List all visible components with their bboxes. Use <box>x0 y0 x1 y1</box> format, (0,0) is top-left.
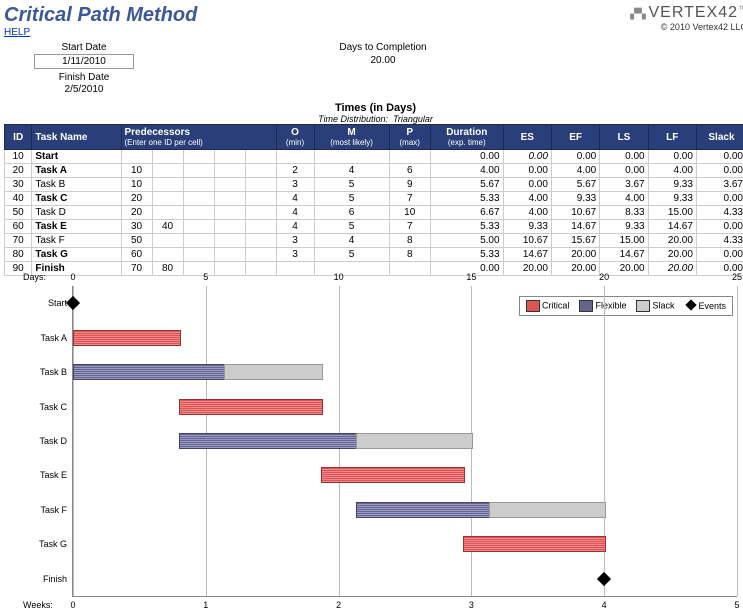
logo-icon: ▞▚ <box>630 9 645 20</box>
help-link[interactable]: HELP <box>4 27 30 38</box>
dtc-label: Days to Completion <box>334 42 432 53</box>
tick-days: 25 <box>732 272 742 282</box>
col-id: ID <box>5 125 32 150</box>
times-title: Times (in Days) <box>4 102 743 114</box>
table-row: 50Task D2046106.674.0010.678.3315.004.33 <box>5 206 743 220</box>
row-label: Start <box>11 298 67 308</box>
bar-slack <box>356 433 473 449</box>
finish-date-label: Finish Date <box>34 72 134 83</box>
chart-legend: Critical Flexible Slack Events <box>519 296 733 316</box>
bar-flex <box>356 502 491 518</box>
logo-block: ▞▚ VERTEX42™ © 2010 Vertex42 LLC <box>630 4 743 32</box>
col-m: M(most likely) <box>314 125 389 150</box>
col-p: P(max) <box>389 125 430 150</box>
tick-days: 20 <box>599 272 609 282</box>
axis-label-weeks: Weeks: <box>23 600 53 610</box>
table-row: 80Task G603585.3314.6720.0014.6720.000.0… <box>5 248 743 262</box>
table-row: 40Task C204575.334.009.334.009.330.00 <box>5 192 743 206</box>
col-ef: EF <box>551 125 599 150</box>
table-row: 20Task A102464.000.004.000.004.000.00 <box>5 164 743 178</box>
col-name: Task Name <box>32 125 121 150</box>
start-date-block: Start Date 1/11/2010 Finish Date 2/5/201… <box>34 40 134 96</box>
dtc-block: Days to Completion 20.00 <box>334 40 432 96</box>
copyright: © 2010 Vertex42 LLC <box>630 22 743 32</box>
row-label: Task F <box>11 505 67 515</box>
finish-date-value: 2/5/2010 <box>35 83 133 96</box>
row-label: Finish <box>11 574 67 584</box>
legend-item: Flexible <box>579 300 626 312</box>
row-label: Task E <box>11 470 67 480</box>
bar-crit <box>463 536 607 552</box>
table-row: 90Finish70800.0020.0020.0020.0020.000.00 <box>5 262 743 276</box>
table-row: 30Task B103595.670.005.673.679.333.67 <box>5 178 743 192</box>
tick-weeks: 0 <box>70 600 75 610</box>
tick-weeks: 2 <box>336 600 341 610</box>
col-lf: LF <box>648 125 696 150</box>
bar-crit <box>73 330 181 346</box>
row-label: Task D <box>11 436 67 446</box>
col-ls: LS <box>600 125 648 150</box>
axis-label-days: Days: <box>23 272 46 282</box>
start-date-value[interactable]: 1/11/2010 <box>34 54 134 69</box>
col-o: O(min) <box>276 125 314 150</box>
legend-item: Events <box>684 301 726 311</box>
legend-item: Slack <box>636 300 674 312</box>
table-row: 10Start0.000.000.000.000.000.00 <box>5 150 743 164</box>
bar-slack <box>224 364 323 380</box>
row-label: Task C <box>11 402 67 412</box>
bar-crit <box>179 399 323 415</box>
logo-text: VERTEX42 <box>648 4 738 21</box>
bar-slack <box>489 502 606 518</box>
times-sub: Time Distribution: Triangular <box>4 114 743 124</box>
tick-days: 15 <box>466 272 476 282</box>
tick-days: 10 <box>334 272 344 282</box>
page-title: Critical Path Method <box>4 4 197 27</box>
row-label: Task B <box>11 367 67 377</box>
col-es: ES <box>503 125 551 150</box>
col-pred: Predecessors(Enter one ID per cell) <box>121 125 276 150</box>
row-label: Task A <box>11 333 67 343</box>
start-date-label: Start Date <box>34 42 134 53</box>
row-label: Task G <box>11 539 67 549</box>
table-row: 60Task E30404575.339.3314.679.3314.670.0… <box>5 220 743 234</box>
tick-days: 5 <box>203 272 208 282</box>
tick-weeks: 4 <box>602 600 607 610</box>
tick-weeks: 3 <box>469 600 474 610</box>
bar-crit <box>321 467 465 483</box>
bar-flex <box>179 433 358 449</box>
event-diamond <box>66 296 80 310</box>
tick-weeks: 5 <box>734 600 739 610</box>
col-dur: Duration(exp. time) <box>430 125 503 150</box>
bar-flex <box>73 364 226 380</box>
gantt-chart: Days: Weeks: CriticalFlexibleSlackEvents… <box>72 286 737 597</box>
tick-days: 0 <box>70 272 75 282</box>
table-row: 70Task F503485.0010.6715.6715.0020.004.3… <box>5 234 743 248</box>
cpm-table: ID Task Name Predecessors(Enter one ID p… <box>4 124 743 276</box>
event-diamond <box>597 572 611 586</box>
col-slack: Slack <box>696 125 743 150</box>
tick-weeks: 1 <box>203 600 208 610</box>
legend-item: Critical <box>526 300 570 312</box>
dtc-value: 20.00 <box>334 54 432 67</box>
